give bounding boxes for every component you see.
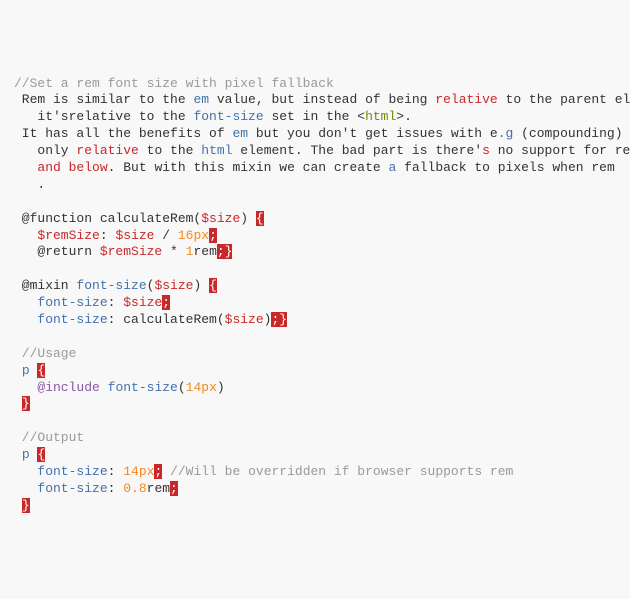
code-token: ; <box>170 481 178 496</box>
code-token: html <box>201 143 232 158</box>
code-token: ;} <box>217 244 233 259</box>
code-token: @function calculateRem( <box>14 211 201 226</box>
code-token <box>14 396 22 411</box>
code-token: relative <box>435 92 497 107</box>
code-token: ( <box>178 380 186 395</box>
code-token: : calculateRem( <box>108 312 225 327</box>
code-token: $size <box>123 295 162 310</box>
code-token: 14px <box>123 464 154 479</box>
code-token: font-size <box>193 109 263 124</box>
code-token: //Output <box>14 430 84 445</box>
code-token: : <box>100 228 116 243</box>
code-token: 14px <box>186 380 217 395</box>
code-token: ) <box>217 380 225 395</box>
code-token: } <box>22 396 30 411</box>
code-token: Rem is similar to the <box>14 92 193 107</box>
code-token: $remSize <box>37 228 99 243</box>
code-token <box>14 481 37 496</box>
code-token: fallback to pixels when rem <box>396 160 622 175</box>
code-token: : <box>108 295 124 310</box>
code-token: $size <box>225 312 264 327</box>
code-token <box>14 295 37 310</box>
code-token: p <box>22 447 30 462</box>
code-token: font-size <box>37 464 107 479</box>
code-token <box>61 160 69 175</box>
code-token: @return <box>14 244 100 259</box>
code-token <box>14 312 37 327</box>
code-token: ) <box>240 211 256 226</box>
code-token: em <box>232 126 248 141</box>
code-token: : <box>108 481 124 496</box>
code-token <box>14 363 22 378</box>
code-token: * <box>162 244 185 259</box>
code-token: ) <box>193 278 209 293</box>
code-token: $size <box>115 228 154 243</box>
code-token: and <box>37 160 60 175</box>
code-token: >. <box>396 109 412 124</box>
code-token: ;} <box>271 312 287 327</box>
code-token <box>14 160 37 175</box>
code-token: { <box>37 447 45 462</box>
code-token <box>100 380 108 395</box>
code-token <box>14 498 22 513</box>
code-token: font-size <box>76 278 146 293</box>
code-token: 0.8 <box>123 481 146 496</box>
code-token: ; <box>209 228 217 243</box>
code-token: { <box>209 278 217 293</box>
code-token: only <box>14 143 76 158</box>
code-token: } <box>22 498 30 513</box>
code-token <box>14 447 22 462</box>
code-token: { <box>256 211 264 226</box>
code-token: $remSize <box>100 244 162 259</box>
code-token: font-size <box>37 481 107 496</box>
code-token: relative <box>76 143 138 158</box>
code-token: { <box>37 363 45 378</box>
code-token: $size <box>154 278 193 293</box>
code-block: //Set a rem font size with pixel fallbac… <box>14 76 616 515</box>
code-token <box>14 464 37 479</box>
code-token: rem <box>193 244 216 259</box>
code-token: //Set a rem font size with pixel fallbac… <box>14 76 334 91</box>
code-token: rem <box>147 481 170 496</box>
code-token: //Will be overridden if browser supports… <box>170 464 513 479</box>
code-token: ; <box>162 295 170 310</box>
code-token: @include <box>37 380 99 395</box>
code-token: s <box>482 143 490 158</box>
code-token: value, but instead of being <box>209 92 435 107</box>
code-token: .g <box>498 126 514 141</box>
code-token: @mixin <box>14 278 76 293</box>
code-token <box>162 464 170 479</box>
code-token: font-size <box>37 312 107 327</box>
code-token: to the parent element, <box>498 92 630 107</box>
code-token: it'srelative to the <box>14 109 193 124</box>
code-token: $size <box>201 211 240 226</box>
code-token: p <box>22 363 30 378</box>
code-token: font-size <box>108 380 178 395</box>
code-token: //Usage <box>14 346 76 361</box>
code-token: em <box>193 92 209 107</box>
code-token: : <box>108 464 124 479</box>
code-token <box>14 380 37 395</box>
code-token: 16px <box>178 228 209 243</box>
code-token: but you don't get issues with e <box>248 126 498 141</box>
code-token: font-size <box>37 295 107 310</box>
code-token: below <box>69 160 108 175</box>
code-token: . <box>14 177 45 192</box>
code-token: set in the < <box>264 109 365 124</box>
code-token: It has all the benefits of <box>14 126 232 141</box>
code-token: element. The bad part is there' <box>232 143 482 158</box>
code-token: / <box>154 228 177 243</box>
code-token: no support for rem <box>490 143 630 158</box>
code-token: html <box>365 109 396 124</box>
code-token: (compounding) since <box>513 126 630 141</box>
code-token <box>14 228 37 243</box>
code-token: to the <box>139 143 201 158</box>
code-token: . But with this mixin we can create <box>108 160 389 175</box>
